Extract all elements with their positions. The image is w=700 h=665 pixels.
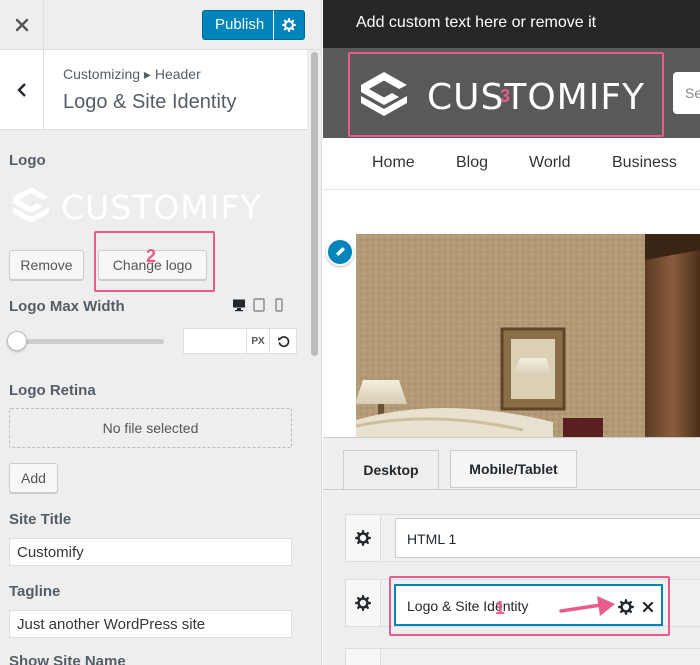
builder-item-html[interactable]: HTML 1 xyxy=(395,518,700,558)
site-title-input[interactable] xyxy=(9,538,292,566)
tagline-label: Tagline xyxy=(9,583,61,600)
tablet-icon[interactable] xyxy=(252,298,266,312)
reset-width-button[interactable] xyxy=(270,328,297,354)
annotation-number-3: 3 xyxy=(500,86,511,106)
header-custom-text: Add custom text here or remove it xyxy=(356,14,597,31)
menu-item-business[interactable]: Business xyxy=(612,154,677,172)
site-title-label: Site Title xyxy=(9,511,72,528)
customify-mark-icon xyxy=(13,187,49,223)
show-site-name-label: Show Site Name xyxy=(9,653,126,665)
logo-width-slider-handle[interactable] xyxy=(7,331,27,351)
logo-preview-text: CUSTOMIFY xyxy=(61,188,262,227)
close-icon xyxy=(15,18,28,32)
logo-label: Logo xyxy=(9,152,46,169)
logo-width-slider-track[interactable] xyxy=(15,339,164,344)
customizer-panel: Publish Customizing ▸ Header Logo & Site… xyxy=(0,0,322,665)
panel-scrollbar[interactable] xyxy=(311,52,318,356)
tab-divider xyxy=(323,489,700,490)
row-settings-button-bottom[interactable] xyxy=(345,648,381,665)
unit-label: PX xyxy=(247,328,270,354)
header-search-input[interactable]: Se xyxy=(673,72,700,114)
annotation-arrow-icon xyxy=(559,596,615,616)
annotation-number-2: 2 xyxy=(146,246,157,266)
pencil-icon xyxy=(335,247,345,257)
row-settings-button-main[interactable] xyxy=(345,579,381,627)
logo-retina-dropzone[interactable]: No file selected xyxy=(9,408,292,448)
publish-button[interactable]: Publish xyxy=(202,10,278,40)
tab-desktop[interactable]: Desktop xyxy=(343,450,439,490)
primary-menu: Home Blog World Business xyxy=(323,138,700,190)
builder-row-bottom xyxy=(345,648,700,665)
annotation-box-1 xyxy=(389,576,670,636)
annotation-number-1: 1 xyxy=(495,598,506,618)
menu-item-world[interactable]: World xyxy=(529,154,571,172)
header-top-bar: Add custom text here or remove it xyxy=(323,0,700,48)
customizer-topbar: Publish xyxy=(0,0,321,50)
logo-retina-label: Logo Retina xyxy=(9,382,96,399)
menu-item-home[interactable]: Home xyxy=(372,154,415,172)
menu-item-blog[interactable]: Blog xyxy=(456,154,488,172)
reset-icon xyxy=(277,335,289,347)
tab-mobile-tablet[interactable]: Mobile/Tablet xyxy=(450,450,577,488)
remove-logo-button[interactable]: Remove xyxy=(9,250,84,280)
logo-width-input[interactable] xyxy=(183,328,247,354)
back-button[interactable] xyxy=(0,50,44,130)
section-title: Logo & Site Identity xyxy=(63,91,237,113)
section-header: Customizing ▸ Header Logo & Site Identit… xyxy=(0,50,307,130)
breadcrumb: Customizing ▸ Header xyxy=(63,66,201,82)
hero-image xyxy=(323,190,700,440)
tagline-input[interactable] xyxy=(9,610,292,638)
gear-icon xyxy=(355,595,371,611)
device-switcher xyxy=(232,298,292,316)
mobile-icon[interactable] xyxy=(272,298,286,312)
site-preview: Add custom text here or remove it CUSTOM… xyxy=(323,0,700,665)
desktop-icon[interactable] xyxy=(232,298,246,312)
add-retina-button[interactable]: Add xyxy=(9,463,58,493)
row-settings-button-top[interactable] xyxy=(345,514,381,562)
logo-preview-image: CUSTOMIFY xyxy=(9,183,294,233)
gear-icon xyxy=(282,18,296,32)
logo-max-width-label: Logo Max Width xyxy=(9,298,125,315)
edit-shortcut-button[interactable] xyxy=(326,238,354,266)
publish-settings-button[interactable] xyxy=(273,10,305,40)
close-customizer-button[interactable] xyxy=(0,0,44,50)
chevron-left-icon xyxy=(16,83,26,97)
gear-icon xyxy=(355,530,371,546)
